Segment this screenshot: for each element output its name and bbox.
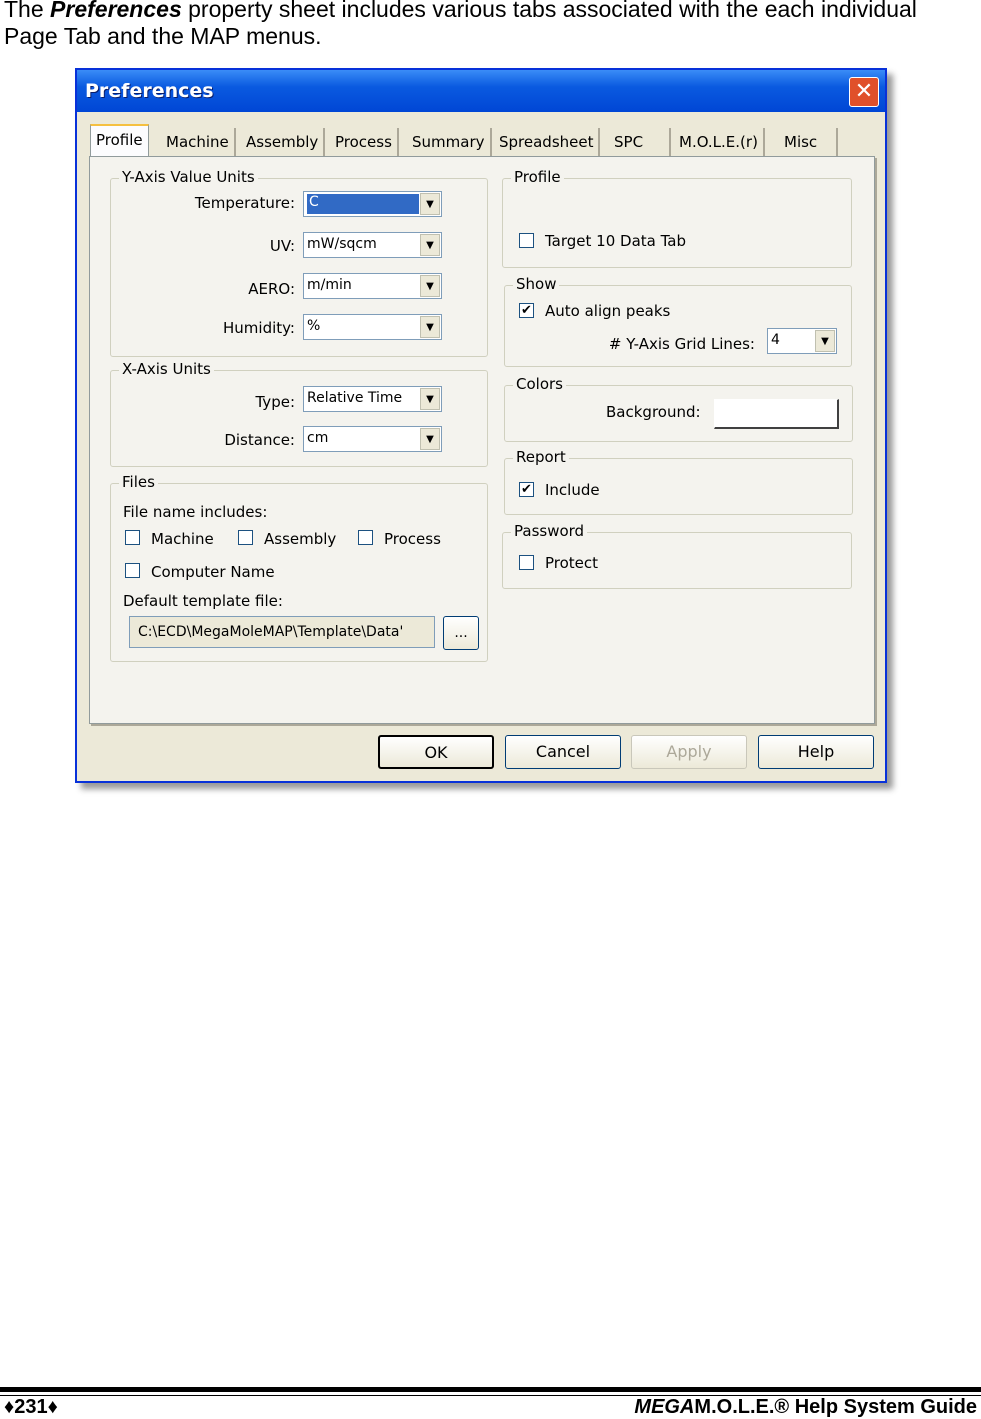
temperature-combo[interactable]: C ▼ xyxy=(303,191,442,217)
group-label: Profile xyxy=(511,168,564,186)
file-name-includes-label: File name includes: xyxy=(123,503,268,521)
cancel-button[interactable]: Cancel xyxy=(505,735,621,769)
tab-spc[interactable]: SPC xyxy=(609,128,671,156)
humidity-combo[interactable]: % ▼ xyxy=(303,314,442,340)
tab-mole[interactable]: M.O.L.E.(r) xyxy=(674,128,765,156)
tab-profile[interactable]: Profile xyxy=(90,124,149,158)
type-combo[interactable]: Relative Time ▼ xyxy=(303,386,442,412)
files-group: Files File name includes: Machine Assemb… xyxy=(110,473,488,662)
auto-align-checkbox[interactable]: ✔ xyxy=(519,303,534,318)
group-label: Show xyxy=(513,275,560,293)
target-10-label[interactable]: Target 10 Data Tab xyxy=(545,232,686,250)
uv-label: UV: xyxy=(269,237,295,255)
assembly-checkbox[interactable] xyxy=(238,530,253,545)
chevron-down-icon[interactable]: ▼ xyxy=(420,275,440,297)
distance-combo[interactable]: cm ▼ xyxy=(303,426,442,452)
combo-value: C xyxy=(307,194,419,214)
combo-value: Relative Time xyxy=(307,390,403,406)
computer-name-checkbox[interactable] xyxy=(125,563,140,578)
grid-lines-label: # Y-Axis Grid Lines: xyxy=(608,335,755,353)
x-axis-group: X-Axis Units Type: Relative Time ▼ Distan… xyxy=(110,360,488,467)
combo-value: m/min xyxy=(307,277,352,293)
browse-button[interactable]: ... xyxy=(443,616,479,650)
target-10-checkbox[interactable] xyxy=(519,233,534,248)
combo-value: % xyxy=(307,318,321,334)
help-button[interactable]: Help xyxy=(758,735,874,769)
tab-misc[interactable]: Misc xyxy=(779,128,838,156)
chevron-down-icon[interactable]: ▼ xyxy=(420,193,440,215)
process-checkbox[interactable] xyxy=(358,530,373,545)
temperature-label: Temperature: xyxy=(194,194,295,212)
template-file-field[interactable]: C:\ECD\MegaMoleMAP\Template\Data' xyxy=(129,616,435,648)
tab-summary[interactable]: Summary xyxy=(407,128,492,156)
chevron-down-icon[interactable]: ▼ xyxy=(420,388,440,410)
tab-assembly[interactable]: Assembly xyxy=(241,128,326,156)
protect-checkbox[interactable] xyxy=(519,555,534,570)
chevron-down-icon[interactable]: ▼ xyxy=(420,316,440,338)
computer-name-checkbox-label[interactable]: Computer Name xyxy=(151,563,275,581)
dialog-title: Preferences xyxy=(85,80,214,102)
guide-title: MEGAM.O.L.E.® Help System Guide xyxy=(634,1396,977,1418)
include-checkbox[interactable]: ✔ xyxy=(519,482,534,497)
title-bar[interactable]: Preferences ✕ xyxy=(77,70,885,112)
assembly-checkbox-label[interactable]: Assembly xyxy=(264,530,336,548)
grid-lines-combo[interactable]: 4 ▼ xyxy=(767,328,837,354)
process-checkbox-label[interactable]: Process xyxy=(384,530,441,548)
machine-checkbox[interactable] xyxy=(125,530,140,545)
combo-value: 4 xyxy=(771,332,780,348)
background-color-button[interactable] xyxy=(714,399,839,429)
type-label: Type: xyxy=(255,393,295,411)
chevron-down-icon[interactable]: ▼ xyxy=(420,428,440,450)
y-axis-group: Y-Axis Value Units Temperature: C ▼ UV: m… xyxy=(110,168,488,357)
tab-process[interactable]: Process xyxy=(330,128,399,156)
group-label: Report xyxy=(513,448,569,466)
distance-label: Distance: xyxy=(224,431,295,449)
group-label: X-Axis Units xyxy=(119,360,214,378)
report-group: Report ✔ Include xyxy=(504,448,853,515)
tab-panel: Y-Axis Value Units Temperature: C ▼ UV: m… xyxy=(89,156,875,724)
auto-align-label[interactable]: Auto align peaks xyxy=(545,302,670,320)
footer-rule xyxy=(0,1387,981,1392)
tab-machine[interactable]: Machine xyxy=(161,128,236,156)
tab-spreadsheet[interactable]: Spreadsheet xyxy=(494,128,601,156)
machine-checkbox-label[interactable]: Machine xyxy=(151,530,214,548)
group-label: Colors xyxy=(513,375,566,393)
chevron-down-icon[interactable]: ▼ xyxy=(815,330,835,352)
profile-group: Profile Target 10 Data Tab xyxy=(502,168,852,268)
group-label: Files xyxy=(119,473,158,491)
combo-value: mW/sqcm xyxy=(307,236,377,252)
preferences-dialog: Preferences ✕ Profile Machine Assembly P… xyxy=(75,68,887,783)
group-label: Password xyxy=(511,522,588,540)
colors-group: Colors Background: xyxy=(504,375,853,442)
apply-button[interactable]: Apply xyxy=(631,735,747,769)
default-template-label: Default template file: xyxy=(123,592,283,610)
uv-combo[interactable]: mW/sqcm ▼ xyxy=(303,232,442,258)
close-icon[interactable]: ✕ xyxy=(849,77,879,107)
ok-button[interactable]: OK xyxy=(378,735,494,769)
intro-text: The Preferences property sheet includes … xyxy=(4,0,917,49)
humidity-label: Humidity: xyxy=(223,319,295,337)
aero-label: AERO: xyxy=(248,280,295,298)
background-label: Background: xyxy=(606,403,701,421)
chevron-down-icon[interactable]: ▼ xyxy=(420,234,440,256)
password-group: Password Protect xyxy=(502,522,852,589)
show-group: Show ✔ Auto align peaks # Y-Axis Grid Li… xyxy=(504,275,852,367)
include-label[interactable]: Include xyxy=(545,481,600,499)
combo-value: cm xyxy=(307,430,329,446)
protect-label[interactable]: Protect xyxy=(545,554,598,572)
group-label: Y-Axis Value Units xyxy=(119,168,258,186)
aero-combo[interactable]: m/min ▼ xyxy=(303,273,442,299)
page-number: ♦231♦ xyxy=(4,1396,58,1418)
